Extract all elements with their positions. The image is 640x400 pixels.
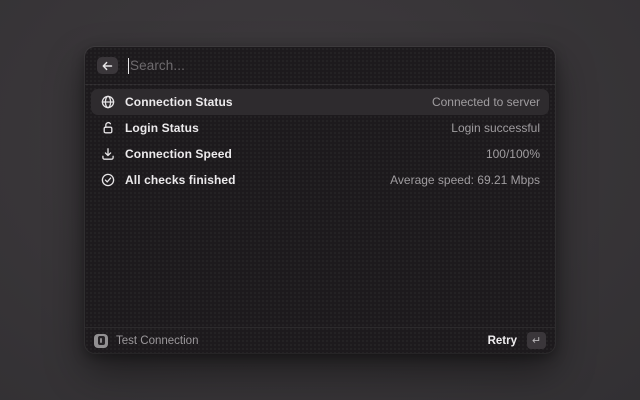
list-item[interactable]: All checks finished Average speed: 69.21… [91, 167, 549, 193]
list-item-value: 100/100% [486, 147, 540, 161]
download-icon [100, 147, 115, 162]
list-item-value: Average speed: 69.21 Mbps [390, 173, 540, 187]
enter-key-icon[interactable]: ↵ [527, 332, 546, 349]
text-caret [128, 58, 129, 74]
list-item-value: Login successful [451, 121, 540, 135]
search-input[interactable]: Search... [128, 58, 543, 74]
footer-bar: Test Connection Retry ↵ [85, 327, 555, 353]
extension-app-icon [94, 334, 108, 348]
list-item[interactable]: Connection Status Connected to server [91, 89, 549, 115]
list-item-title: Login Status [125, 121, 199, 135]
command-palette-window: Search... Connection Status Connected to… [85, 47, 555, 353]
search-bar: Search... [85, 47, 555, 85]
list-item[interactable]: Login Status Login successful [91, 115, 549, 141]
list-item[interactable]: Connection Speed 100/100% [91, 141, 549, 167]
search-placeholder: Search... [130, 58, 185, 73]
list-item-title: Connection Status [125, 95, 233, 109]
unlock-icon [100, 121, 115, 136]
primary-action-button[interactable]: Retry [488, 335, 517, 347]
list-item-title: All checks finished [125, 173, 236, 187]
check-circle-icon [100, 173, 115, 188]
back-button[interactable] [97, 57, 118, 74]
results-list: Connection Status Connected to server Lo… [85, 85, 555, 327]
extension-name: Test Connection [116, 335, 198, 347]
arrow-left-icon [102, 61, 113, 71]
list-item-value: Connected to server [432, 95, 540, 109]
globe-icon [100, 95, 115, 110]
list-item-title: Connection Speed [125, 147, 232, 161]
